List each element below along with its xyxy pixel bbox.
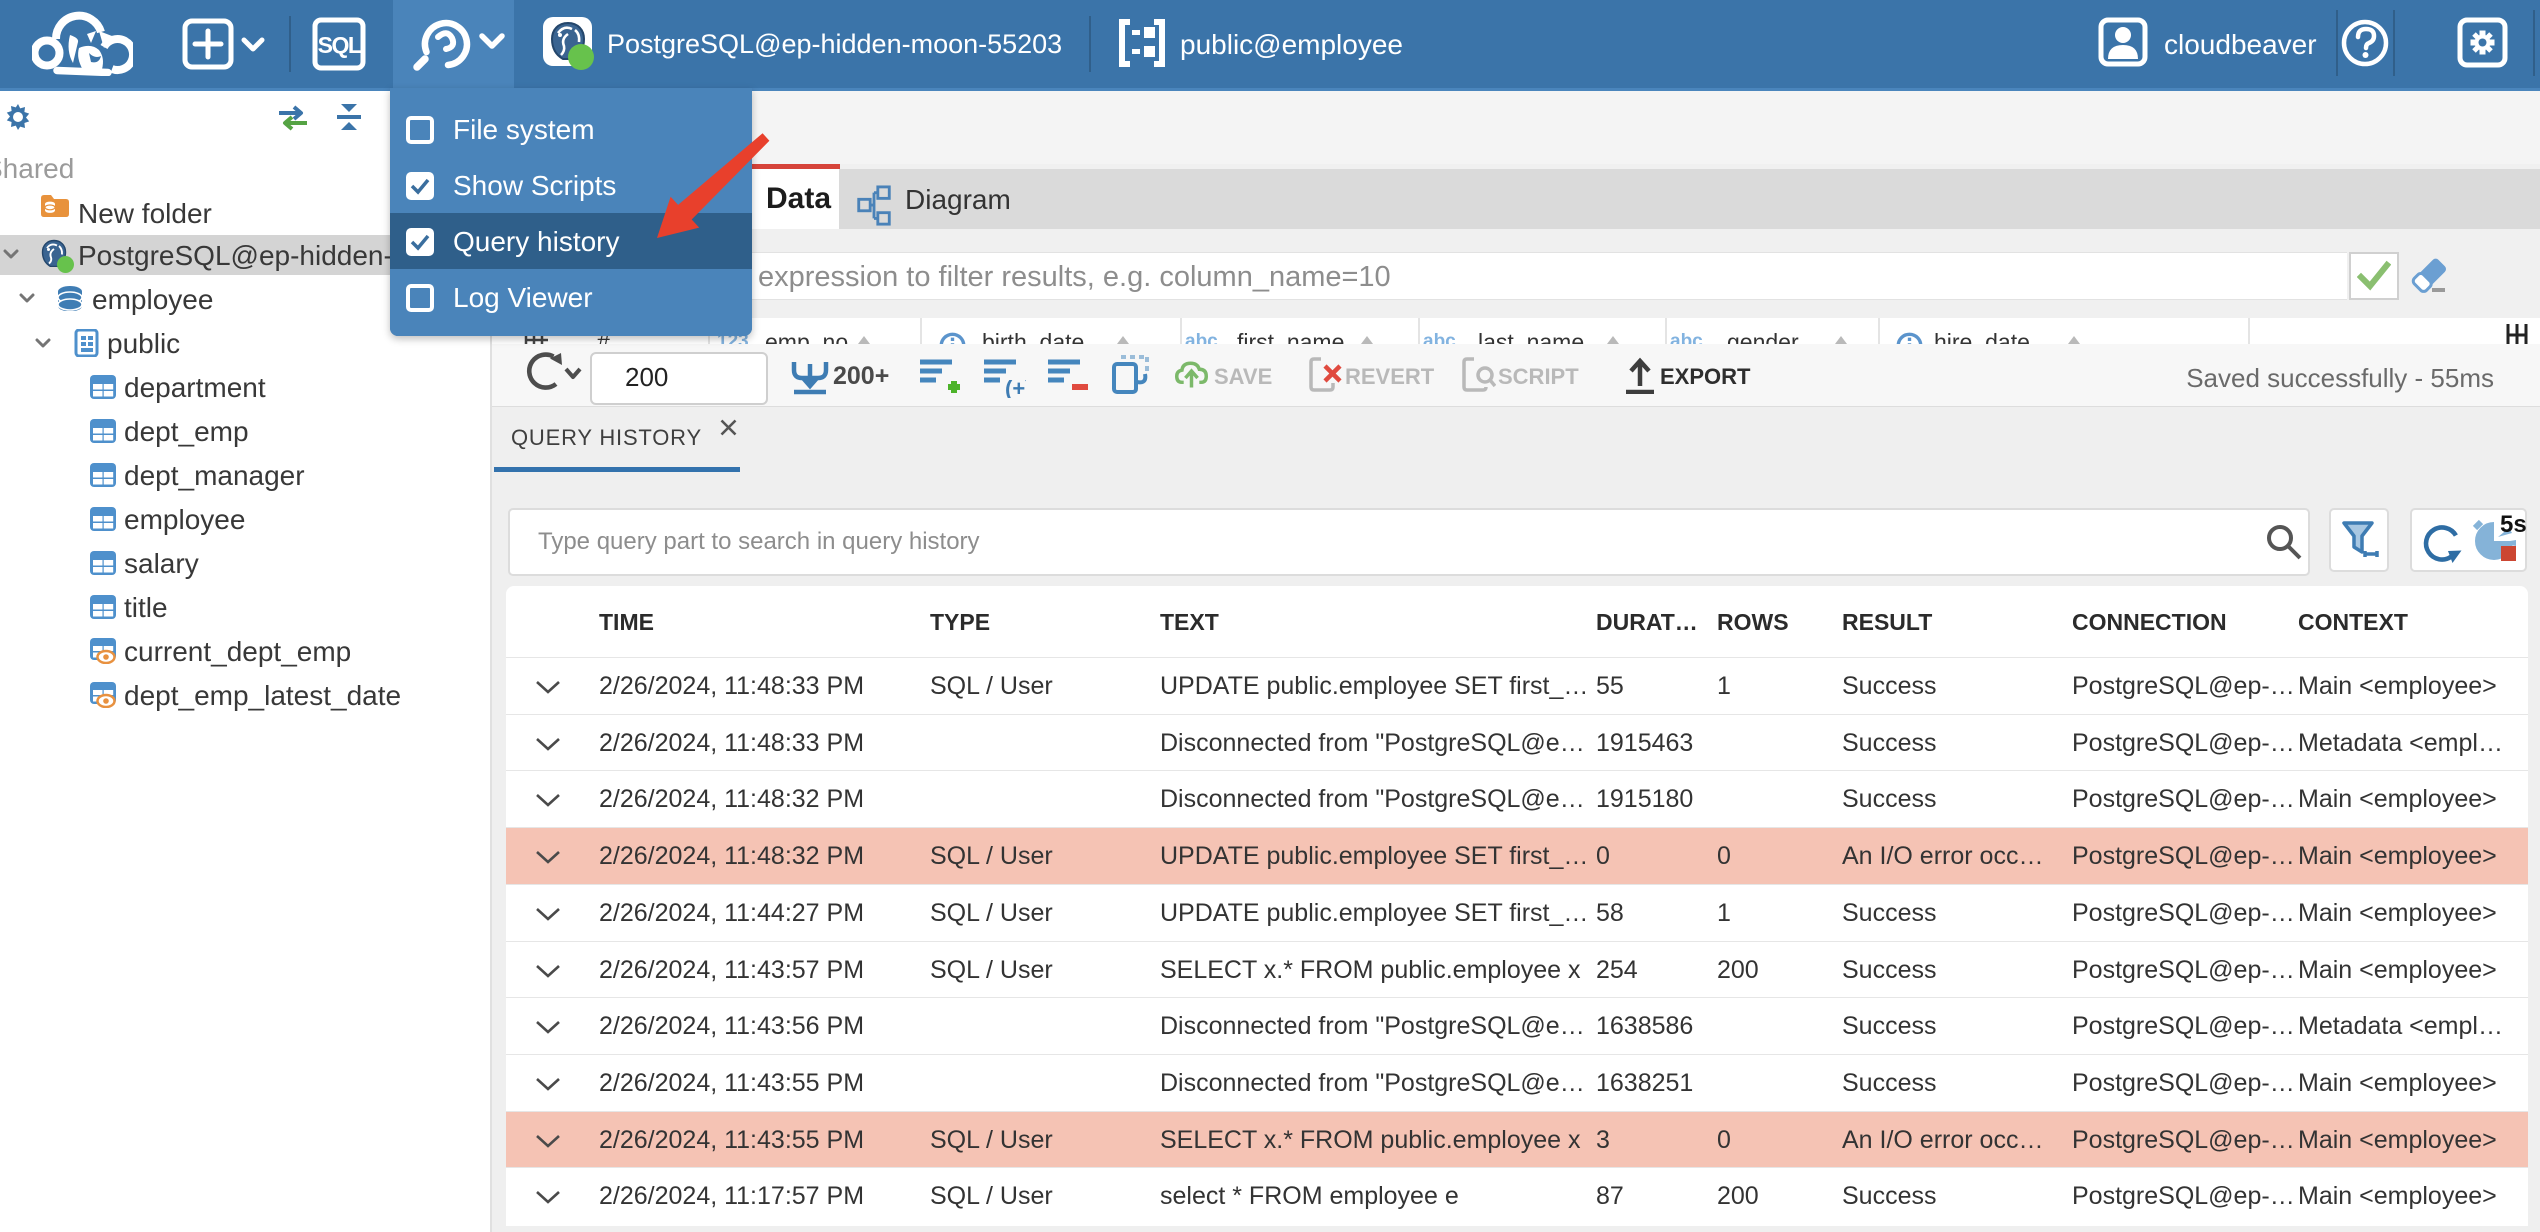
svg-text:(+): (+) (1005, 376, 1026, 398)
svg-text:SQL: SQL (318, 32, 362, 58)
